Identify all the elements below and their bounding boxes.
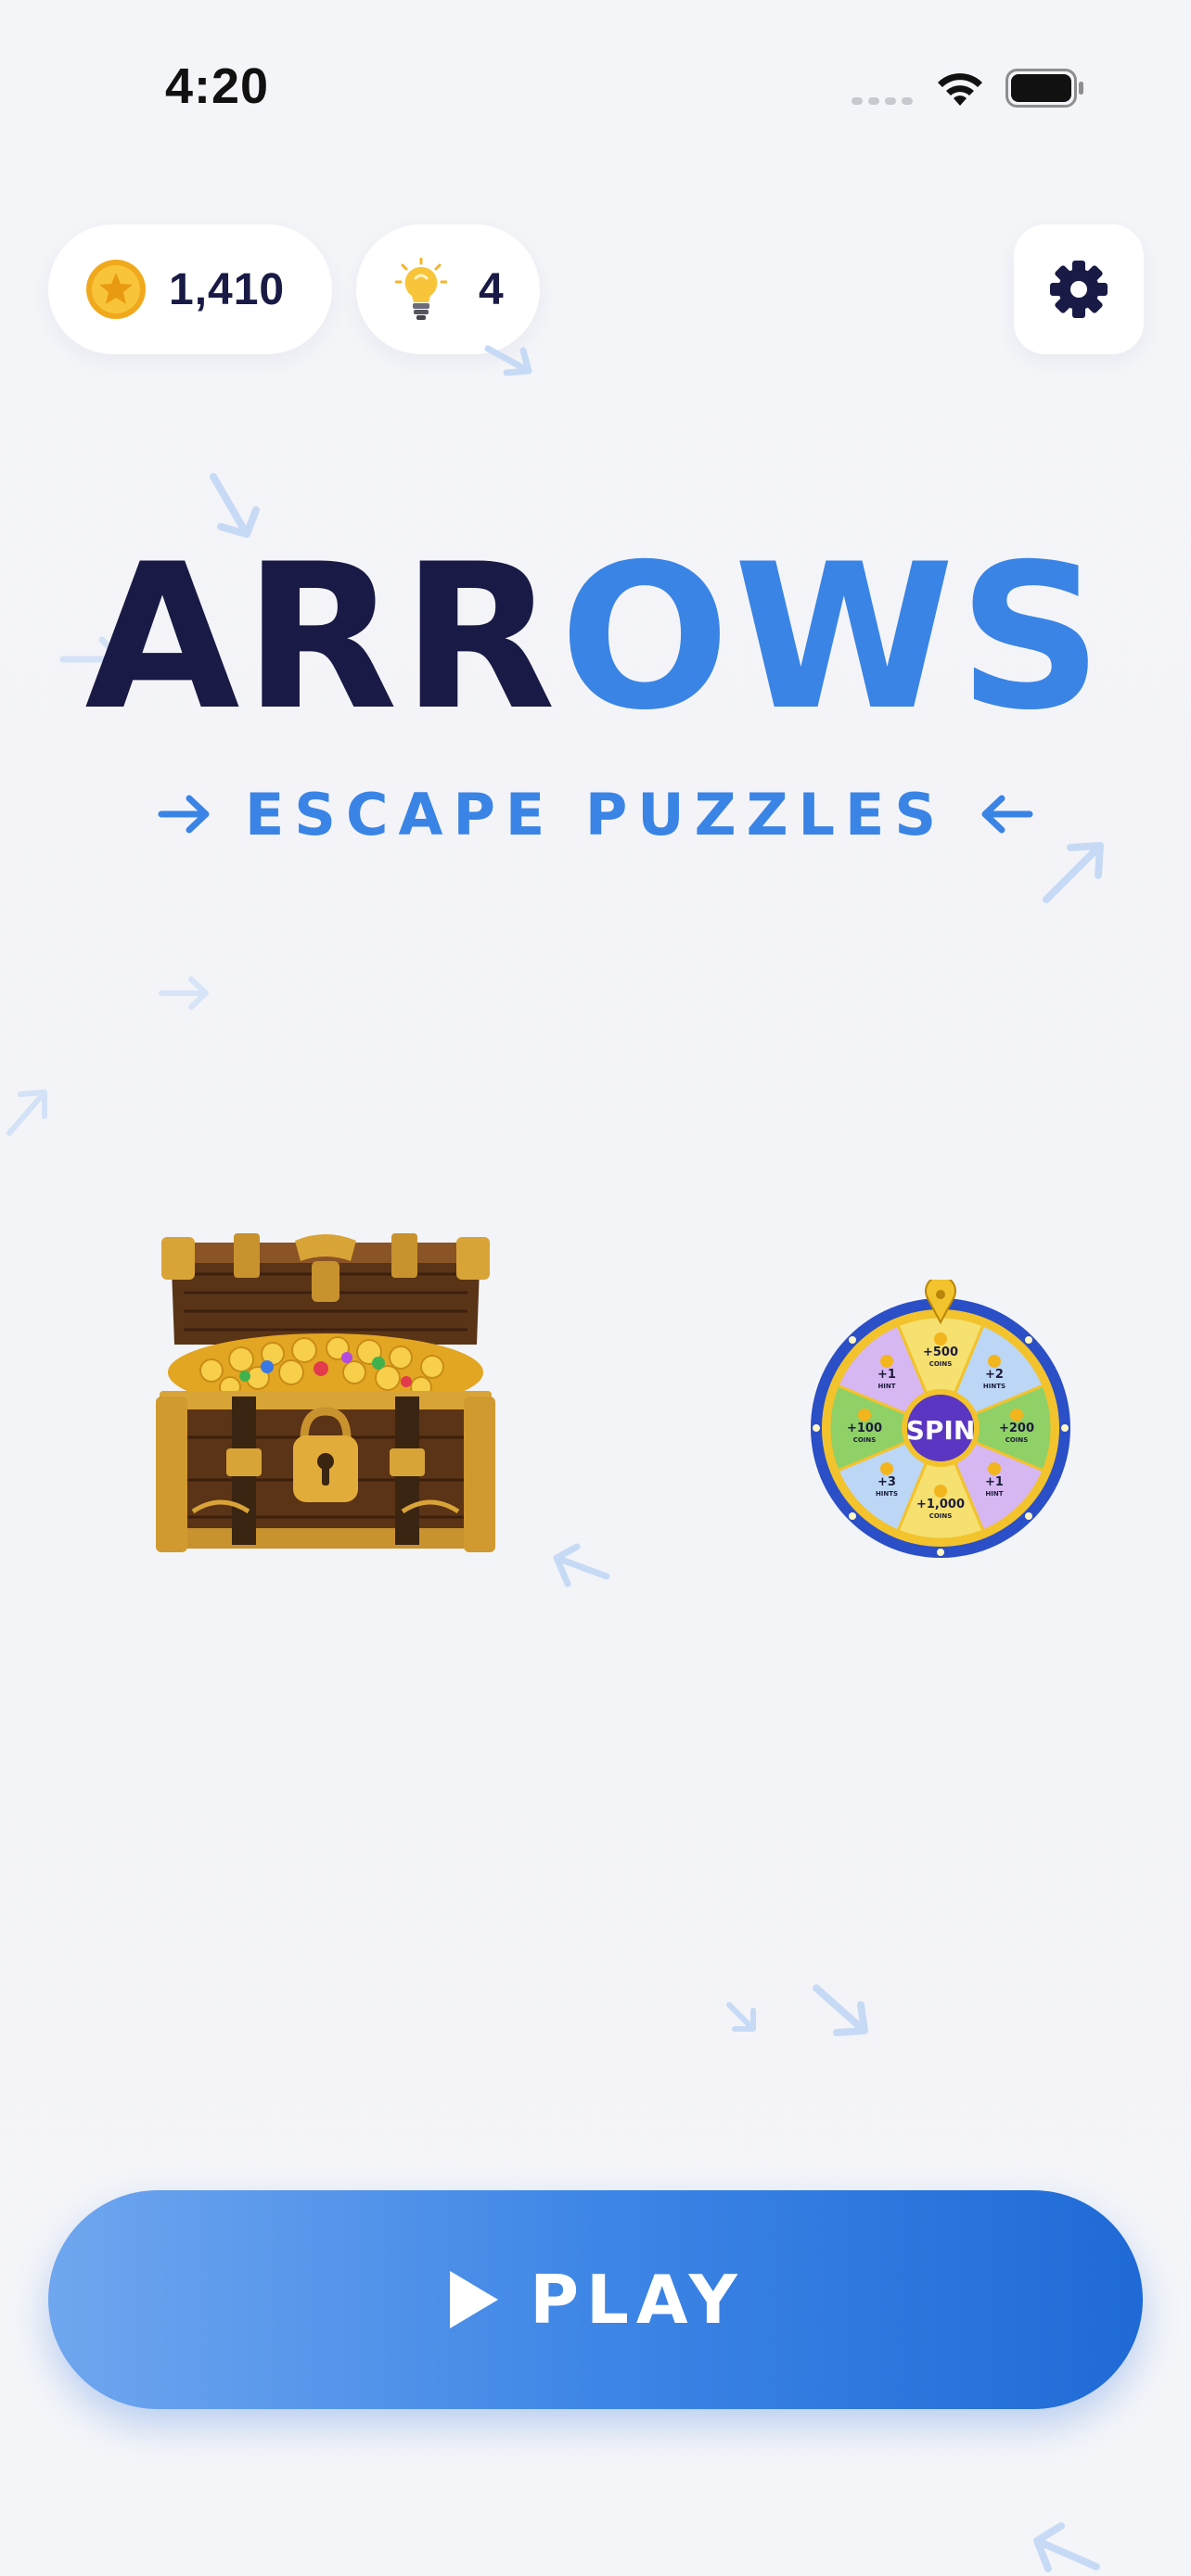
wheel-segment-unit: COINS	[929, 1360, 953, 1368]
wheel-segment-unit: COINS	[853, 1436, 877, 1444]
game-subtitle-text: ESCAPE PUZZLES	[244, 780, 947, 848]
wheel-segment-amount: +200	[999, 1422, 1034, 1435]
wheel-prize-icon	[987, 1461, 1001, 1475]
play-icon	[450, 2271, 499, 2328]
wheel-segment-amount: +2	[985, 1368, 1004, 1382]
wifi-icon	[938, 73, 982, 106]
wheel-segment-unit: COINS	[1005, 1436, 1029, 1444]
wheel-segment-amount: +3	[877, 1475, 896, 1489]
status-time: 4:20	[165, 58, 270, 114]
wheel-segment-amount: +500	[923, 1345, 958, 1359]
wheel-segment-amount: +1,000	[916, 1498, 965, 1511]
arrow-left-icon	[981, 795, 1033, 834]
decor-arrow-icon	[813, 1984, 868, 2036]
wheel-segment-amount: +1	[877, 1368, 896, 1382]
game-title: ARROWS	[0, 538, 1191, 738]
decor-arrow-icon	[553, 1543, 610, 1588]
decor-arrow-icon	[6, 1090, 47, 1136]
wheel-segment-unit: COINS	[929, 1512, 953, 1520]
play-button[interactable]: PLAY	[48, 2190, 1143, 2409]
spin-label: SPIN	[906, 1415, 976, 1446]
cellular-signal-icon	[852, 97, 913, 105]
game-title-blue-part: OWS	[559, 521, 1107, 754]
wheel-prize-icon	[880, 1355, 894, 1369]
treasure-chest-button[interactable]	[156, 1233, 495, 1556]
coin-icon	[86, 260, 146, 319]
coins-value: 1,410	[169, 264, 286, 314]
wheel-prize-icon	[934, 1333, 947, 1345]
wheel-segment-unit: HINT	[877, 1383, 895, 1390]
wheel-segment-amount: +1	[985, 1475, 1004, 1489]
lightbulb-icon	[395, 258, 447, 320]
arrow-right-icon	[158, 795, 210, 834]
decor-arrow-icon	[484, 345, 532, 376]
game-subtitle: ESCAPE PUZZLES	[0, 777, 1191, 851]
decor-arrow-icon	[159, 976, 209, 1010]
decor-arrow-icon	[726, 2002, 756, 2032]
coins-counter[interactable]: 1,410	[48, 224, 332, 354]
wheel-segment-amount: +100	[847, 1422, 882, 1435]
wheel-prize-icon	[880, 1461, 894, 1475]
wheel-prize-icon	[987, 1355, 1001, 1369]
game-title-dark-part: ARR	[84, 521, 560, 754]
wheel-prize-icon	[858, 1409, 871, 1422]
wheel-prize-icon	[934, 1485, 947, 1498]
battery-icon	[1005, 69, 1083, 108]
hints-counter[interactable]: 4	[356, 224, 540, 354]
spin-wheel-button[interactable]: +500COINS+2HINTS+200COINS+1HINT+1,000COI…	[801, 1280, 1080, 1558]
hints-value: 4	[479, 264, 505, 314]
play-label: PLAY	[530, 2261, 745, 2339]
wheel-prize-icon	[1010, 1409, 1023, 1422]
wheel-segment-unit: HINTS	[983, 1383, 1005, 1390]
gear-icon	[1050, 261, 1108, 318]
settings-button[interactable]	[1014, 224, 1144, 354]
decor-arrow-icon	[1033, 2522, 1100, 2572]
wheel-segment-unit: HINT	[985, 1490, 1003, 1498]
wheel-segment-unit: HINTS	[876, 1490, 898, 1498]
